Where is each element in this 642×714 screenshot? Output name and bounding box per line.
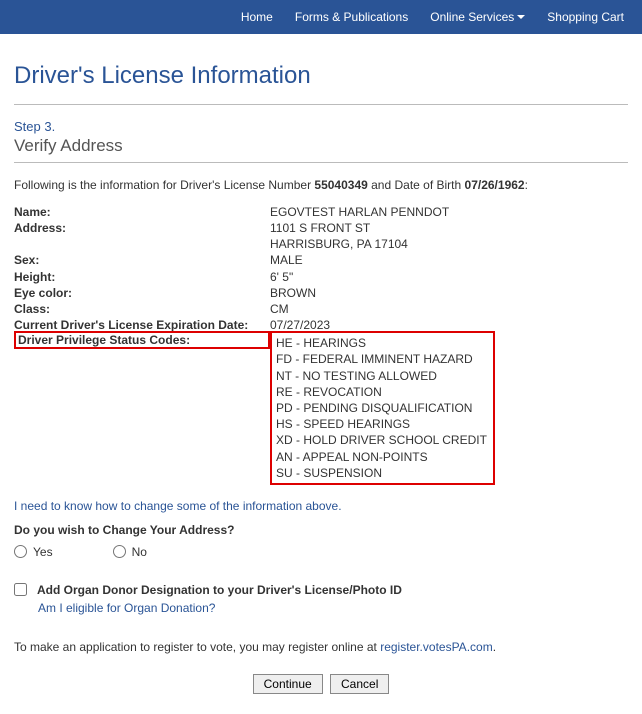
organ-donor-checkbox[interactable] (14, 583, 27, 596)
nav-home[interactable]: Home (241, 10, 273, 24)
privilege-codes-box: HE - HEARINGS FD - FEDERAL IMMINENT HAZA… (270, 331, 495, 485)
address-line1: 1101 S FRONT ST (270, 220, 628, 236)
status-code: NT - NO TESTING ALLOWED (276, 368, 487, 384)
change-info-link[interactable]: I need to know how to change some of the… (14, 499, 342, 513)
status-code: FD - FEDERAL IMMINENT HAZARD (276, 351, 487, 367)
height-value: 6' 5" (270, 269, 628, 285)
chevron-down-icon (517, 15, 525, 19)
cancel-button[interactable]: Cancel (330, 674, 389, 694)
divider (14, 162, 628, 163)
divider (14, 104, 628, 105)
dob-value: 07/26/1962 (465, 178, 525, 192)
nav-online-services[interactable]: Online Services (430, 10, 525, 24)
row-privilege-codes: Driver Privilege Status Codes: HE - HEAR… (14, 331, 628, 485)
privilege-codes-label: Driver Privilege Status Codes: (14, 331, 270, 349)
radio-no-label[interactable]: No (113, 545, 147, 559)
eye-label: Eye color: (14, 285, 270, 301)
radio-no[interactable] (113, 545, 126, 558)
voter-registration-link[interactable]: register.votesPA.com (380, 640, 493, 654)
radio-yes[interactable] (14, 545, 27, 558)
class-label: Class: (14, 301, 270, 317)
voter-registration-text: To make an application to register to vo… (14, 639, 628, 656)
status-code: PD - PENDING DISQUALIFICATION (276, 400, 487, 416)
name-label: Name: (14, 204, 270, 220)
intro-text: Following is the information for Driver'… (14, 177, 628, 194)
status-code: XD - HOLD DRIVER SCHOOL CREDIT (276, 432, 487, 448)
class-value: CM (270, 301, 628, 317)
status-code: HS - SPEED HEARINGS (276, 416, 487, 432)
step-label: Step 3. (14, 119, 628, 134)
continue-button[interactable]: Continue (253, 674, 323, 694)
row-eye: Eye color: BROWN (14, 285, 628, 301)
status-code: AN - APPEAL NON-POINTS (276, 449, 487, 465)
organ-donor-label: Add Organ Donor Designation to your Driv… (37, 583, 402, 597)
row-height: Height: 6' 5" (14, 269, 628, 285)
row-address: Address: 1101 S FRONT ST (14, 220, 628, 236)
subtitle: Verify Address (14, 136, 628, 156)
radio-yes-label[interactable]: Yes (14, 545, 53, 559)
row-class: Class: CM (14, 301, 628, 317)
organ-donor-eligible-link[interactable]: Am I eligible for Organ Donation? (38, 601, 628, 615)
height-label: Height: (14, 269, 270, 285)
eye-value: BROWN (270, 285, 628, 301)
page-title: Driver's License Information (14, 62, 628, 90)
name-value: EGOVTEST HARLAN PENNDOT (270, 204, 628, 220)
sex-label: Sex: (14, 252, 270, 268)
button-row: Continue Cancel (14, 674, 628, 694)
dln-value: 55040349 (314, 178, 367, 192)
change-address-question: Do you wish to Change Your Address? (14, 523, 628, 537)
address-line2: HARRISBURG, PA 17104 (270, 236, 628, 252)
organ-donor-row: Add Organ Donor Designation to your Driv… (14, 583, 628, 597)
sex-value: MALE (270, 252, 628, 268)
status-code: HE - HEARINGS (276, 335, 487, 351)
change-address-options: Yes No (14, 545, 628, 559)
nav-cart[interactable]: Shopping Cart (547, 10, 624, 24)
row-name: Name: EGOVTEST HARLAN PENNDOT (14, 204, 628, 220)
row-address-2: HARRISBURG, PA 17104 (14, 236, 628, 252)
nav-online-services-label: Online Services (430, 10, 514, 24)
status-code: RE - REVOCATION (276, 384, 487, 400)
nav-forms[interactable]: Forms & Publications (295, 10, 408, 24)
row-sex: Sex: MALE (14, 252, 628, 268)
status-code: SU - SUSPENSION (276, 465, 487, 481)
address-label: Address: (14, 220, 270, 236)
top-navbar: Home Forms & Publications Online Service… (0, 0, 642, 34)
